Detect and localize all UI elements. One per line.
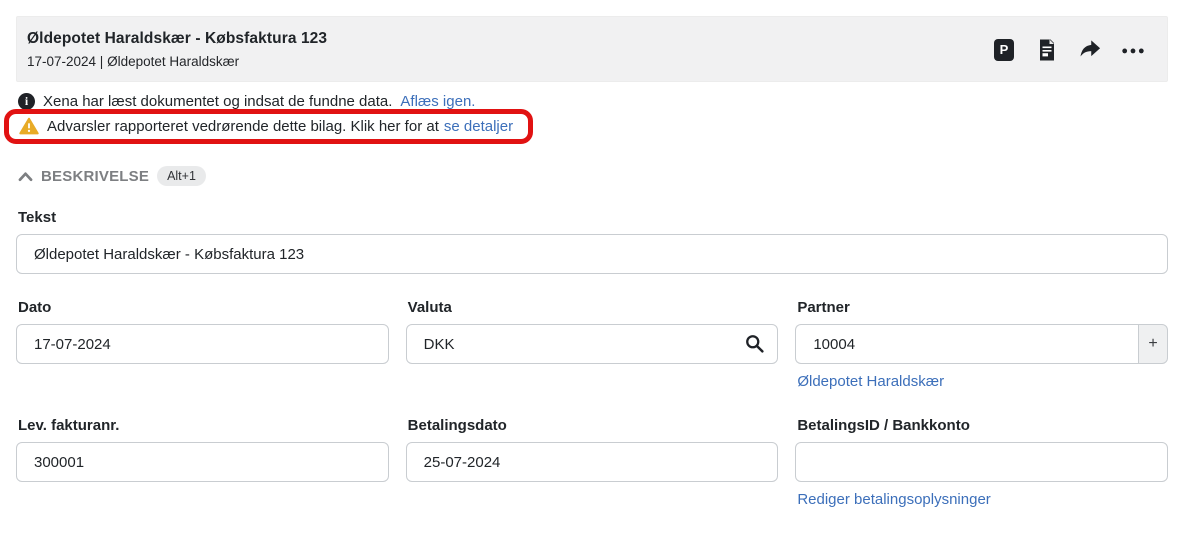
share-icon[interactable] <box>1078 38 1102 62</box>
see-details-link[interactable]: se detaljer <box>444 118 513 135</box>
section-title[interactable]: BESKRIVELSE <box>41 168 149 185</box>
invoice-page: Øldepotet Haraldskær - Købsfaktura 123 1… <box>0 0 1184 509</box>
more-options-icon[interactable] <box>1121 38 1145 62</box>
reread-link[interactable]: Aflæs igen. <box>400 93 475 110</box>
dato-label: Dato <box>18 299 52 316</box>
betalingsdato-input[interactable] <box>405 442 779 482</box>
partner-link[interactable]: Øldepotet Haraldskær <box>797 373 944 390</box>
document-header: Øldepotet Haraldskær - Købsfaktura 123 1… <box>16 16 1168 82</box>
field-lev-fakturanr: Lev. fakturanr. <box>16 417 389 509</box>
page-title: Øldepotet Haraldskær - Købsfaktura 123 <box>27 30 328 47</box>
warning-message-text: Advarsler rapporteret vedrørende dette b… <box>47 117 439 135</box>
betalings-id-label: BetalingsID / Bankkonto <box>797 417 970 434</box>
shortcut-badge: Alt+1 <box>157 166 206 186</box>
header-toolbar: P <box>992 38 1145 62</box>
info-message-text: Xena har læst dokumentet og indsat de fu… <box>43 93 393 110</box>
partner-input[interactable] <box>795 324 1138 364</box>
valuta-label: Valuta <box>407 299 452 316</box>
warning-annotation-box: Advarsler rapporteret vedrørende dette b… <box>4 109 534 144</box>
field-dato: Dato <box>16 299 389 391</box>
lev-fakturanr-label: Lev. fakturanr. <box>18 417 120 434</box>
tekst-input[interactable] <box>16 234 1168 274</box>
betalings-id-input[interactable] <box>795 442 1168 482</box>
edit-payment-info-link[interactable]: Rediger betalingsoplysninger <box>797 491 990 508</box>
partner-label: Partner <box>797 299 850 316</box>
field-tekst: Tekst <box>16 209 1168 274</box>
field-partner: Partner + Øldepotet Haraldskær <box>795 299 1168 391</box>
dato-input[interactable] <box>16 324 389 364</box>
info-icon: i <box>18 93 35 110</box>
parking-p-icon[interactable]: P <box>992 38 1016 62</box>
chevron-up-icon[interactable] <box>18 171 33 182</box>
valuta-input[interactable] <box>405 324 779 364</box>
warning-icon <box>19 117 39 135</box>
field-betalingsdato: Betalingsdato <box>405 417 779 509</box>
page-subtitle: 17-07-2024 | Øldepotet Haraldskær <box>27 54 240 69</box>
tekst-label: Tekst <box>18 209 57 226</box>
search-icon[interactable] <box>744 333 765 354</box>
field-betalings-id: BetalingsID / Bankkonto Rediger betaling… <box>795 417 1168 509</box>
form-row-3: Lev. fakturanr. Betalingsdato BetalingsI… <box>16 417 1168 509</box>
betalingsdato-label: Betalingsdato <box>407 417 507 434</box>
document-header-text: Øldepotet Haraldskær - Købsfaktura 123 1… <box>27 30 327 69</box>
lev-fakturanr-input[interactable] <box>16 442 389 482</box>
form-row-2: Dato Valuta Partner + Øldepotet Haraldsk… <box>16 299 1168 391</box>
field-valuta: Valuta <box>405 299 779 391</box>
section-header-beskrivelse: BESKRIVELSE Alt+1 <box>18 166 1168 186</box>
document-icon[interactable] <box>1035 38 1059 62</box>
add-partner-button[interactable]: + <box>1137 324 1168 364</box>
